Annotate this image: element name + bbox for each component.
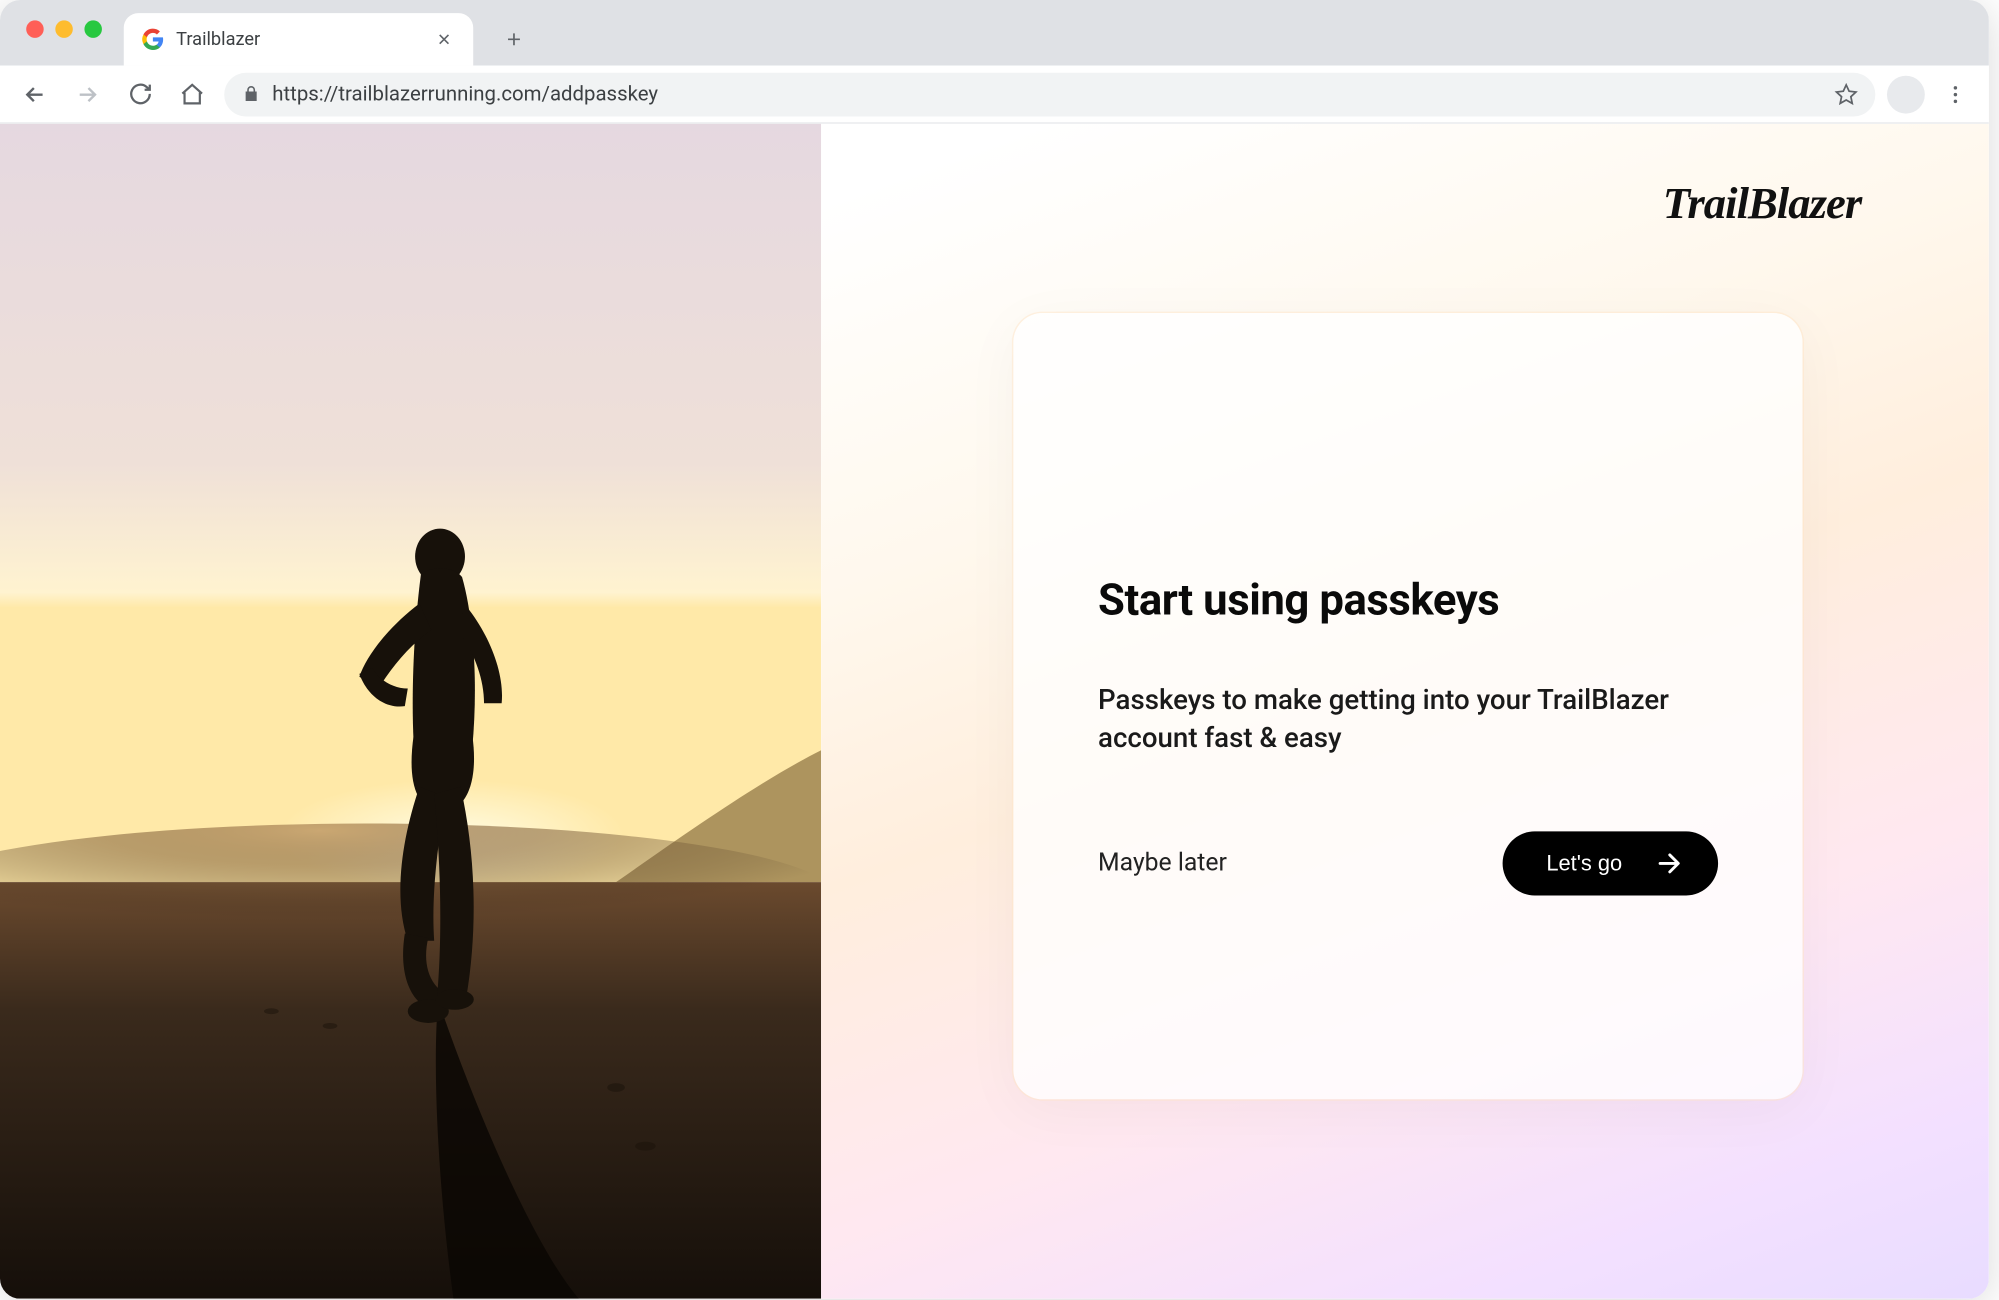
- tab-title: Trailblazer: [176, 28, 421, 50]
- card-description: Passkeys to make getting into your Trail…: [1098, 681, 1680, 756]
- arrow-right-icon: [1654, 849, 1683, 878]
- maybe-later-link[interactable]: Maybe later: [1098, 849, 1227, 878]
- window-close-button[interactable]: [26, 20, 43, 37]
- window-controls: [26, 20, 102, 37]
- page-content: TrailBlazer Start using passkeys Passkey…: [0, 124, 1989, 1299]
- new-tab-button[interactable]: [494, 19, 535, 60]
- url-text: https://trailblazerrunning.com/addpasske…: [272, 82, 1823, 105]
- back-button[interactable]: [15, 74, 56, 115]
- browser-toolbar: https://trailblazerrunning.com/addpasske…: [0, 66, 1989, 124]
- brand-logo: TrailBlazer: [1663, 165, 1954, 258]
- lets-go-button[interactable]: Let's go: [1503, 832, 1719, 896]
- forward-button[interactable]: [67, 74, 108, 115]
- menu-button[interactable]: [1936, 75, 1974, 113]
- tab-strip: Trailblazer: [0, 0, 1989, 66]
- brand-text: TrailBlazer: [1663, 178, 1863, 228]
- hero-image: [0, 124, 821, 1299]
- lets-go-label: Let's go: [1546, 851, 1622, 876]
- favicon-icon: [141, 28, 164, 51]
- passkey-card: Start using passkeys Passkeys to make ge…: [1014, 313, 1803, 1099]
- profile-avatar[interactable]: [1887, 75, 1925, 113]
- window-minimize-button[interactable]: [55, 20, 72, 37]
- lock-icon: [242, 84, 261, 103]
- card-actions: Maybe later Let's go: [1098, 832, 1718, 896]
- reload-button[interactable]: [119, 74, 160, 115]
- window-maximize-button[interactable]: [84, 20, 101, 37]
- address-bar[interactable]: https://trailblazerrunning.com/addpasske…: [224, 72, 1875, 116]
- browser-tab[interactable]: Trailblazer: [124, 13, 473, 65]
- home-button[interactable]: [172, 74, 213, 115]
- right-panel: TrailBlazer Start using passkeys Passkey…: [821, 124, 1988, 1299]
- card-title: Start using passkeys: [1098, 575, 1718, 626]
- bookmark-star-icon[interactable]: [1835, 82, 1858, 105]
- tab-close-button[interactable]: [432, 28, 455, 51]
- browser-window: Trailblazer https://trailblazerrunning.c…: [0, 0, 1989, 1299]
